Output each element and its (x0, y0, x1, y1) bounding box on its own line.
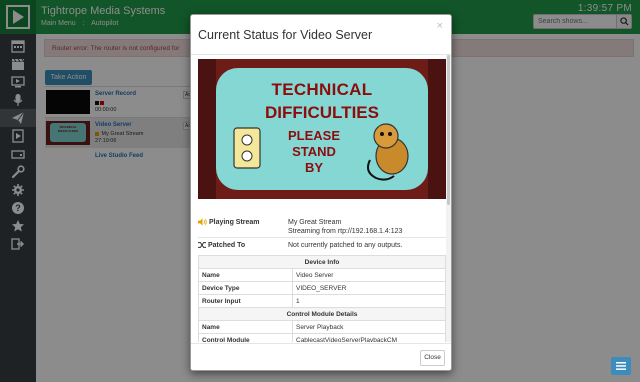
preview-screen: TECHNICAL DIFFICULTIES PLEASE STAND BY (216, 68, 428, 190)
playing-stream-label: Playing Stream (208, 218, 260, 226)
modal-scrollbar[interactable] (446, 55, 451, 342)
outlet-illustration (233, 127, 261, 169)
hamburger-icon (616, 362, 626, 370)
modal-body[interactable]: TECHNICAL DIFFICULTIES PLEASE STAND BY P… (191, 55, 451, 342)
close-icon[interactable]: × (437, 20, 443, 32)
table-row: Router Input 1 (198, 294, 446, 308)
table-row: Control Module CablecastVideoServerPlayba… (198, 333, 446, 342)
shuffle-icon (198, 242, 206, 248)
control-module-header: Control Module Details (198, 307, 446, 321)
playing-stream-source: Streaming from rtp://192.168.1.4:123 (288, 228, 403, 235)
device-info-header: Device Info (198, 255, 446, 269)
video-preview: TECHNICAL DIFFICULTIES PLEASE STAND BY (198, 59, 446, 199)
volume-icon (198, 218, 207, 226)
preview-text-line: PLEASE (287, 128, 340, 143)
preview-text-line: BY (304, 160, 324, 175)
preview-text-line: STAND (292, 144, 336, 159)
close-button[interactable]: Close (420, 350, 445, 366)
modal-title: Current Status for Video Server (198, 28, 373, 42)
patched-to-value: Not currently patched to any outputs. (288, 242, 403, 249)
table-row: Name Video Server (198, 268, 446, 282)
device-info-table: Device Info Name Video Server Device Type… (198, 255, 446, 342)
menu-toggle-button[interactable] (611, 357, 631, 375)
patched-to-label: Patched To (207, 241, 246, 249)
table-row: Device Type VIDEO_SERVER (198, 281, 446, 295)
modal-footer: Close (191, 343, 451, 370)
status-modal: Current Status for Video Server × TECHNI… (190, 14, 452, 371)
table-row: Name Server Playback (198, 320, 446, 334)
playing-stream-value: My Great Stream (288, 219, 342, 226)
dog-illustration (367, 123, 409, 181)
preview-text-line: TECHNICAL (271, 80, 373, 99)
